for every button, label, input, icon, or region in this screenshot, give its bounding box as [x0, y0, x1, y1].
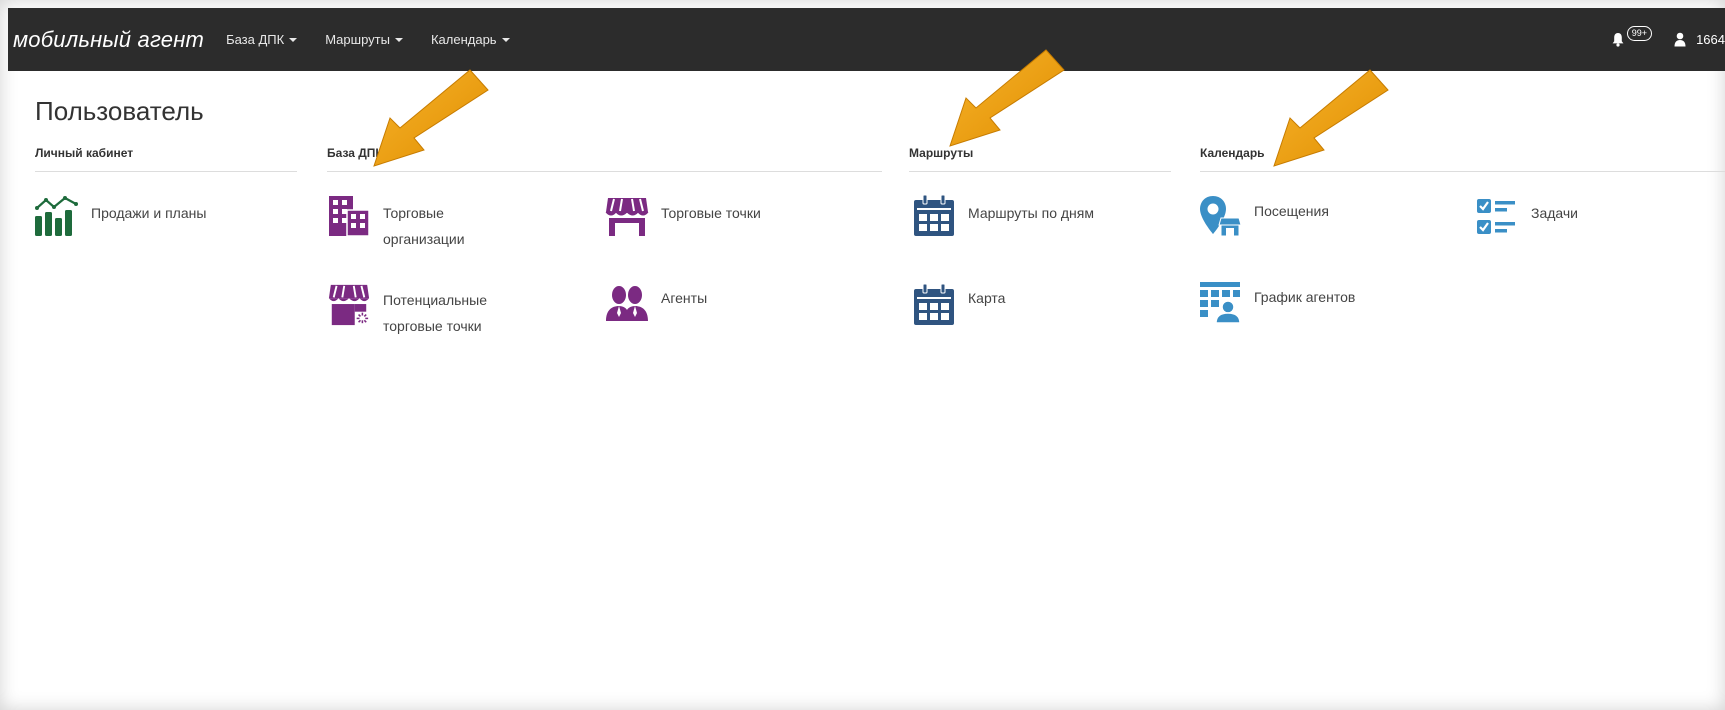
caret-down-icon	[289, 37, 298, 42]
tile-label: Продажи и планы	[91, 205, 207, 221]
potential-store-icon	[328, 284, 370, 326]
caret-down-icon	[501, 37, 510, 42]
tile-label: Торговые точки	[661, 205, 761, 221]
tile-potential-trade-points[interactable]: Потенциальные торговые точки	[327, 283, 513, 339]
notifications-badge: 99+	[1626, 26, 1653, 41]
tile-label: Посещения	[1254, 203, 1329, 219]
tile-label: График агентов	[1254, 289, 1356, 305]
tile-map[interactable]: Карта	[912, 283, 1098, 327]
building-icon	[329, 196, 370, 237]
store-icon	[605, 198, 649, 236]
tile-label: Агенты	[661, 290, 708, 306]
annotation-arrow-routes	[949, 49, 1065, 147]
tile-trade-organizations[interactable]: Торговые организации	[327, 194, 513, 252]
annotation-arrow-calendar	[1273, 69, 1389, 167]
app-window: мобильный агент База ДПК Маршруты Календ…	[0, 0, 1725, 710]
tasks-checklist-icon	[1477, 199, 1515, 234]
tile-label: Торговые организации	[383, 205, 465, 247]
tile-label: Задачи	[1531, 205, 1579, 221]
user-name: 1664	[1696, 32, 1725, 47]
nav-menu-calendar-label: Календарь	[430, 32, 497, 47]
caret-down-icon	[394, 37, 403, 42]
tile-label: Маршруты по дням	[968, 205, 1094, 221]
brand-logo[interactable]: мобильный агент	[13, 27, 204, 53]
section-cabinet: Личный кабинет	[35, 146, 297, 172]
top-navbar: мобильный агент База ДПК Маршруты Календ…	[8, 8, 1725, 71]
tile-routes-by-day[interactable]: Маршруты по дням	[912, 194, 1098, 238]
bell-icon	[1612, 33, 1624, 47]
nav-menu-dpk-label: База ДПК	[226, 32, 285, 47]
visit-pin-icon	[1200, 196, 1242, 237]
agents-icon	[606, 286, 648, 321]
user-icon	[1674, 32, 1686, 47]
section-title: Личный кабинет	[35, 146, 297, 172]
notifications-button[interactable]: 99+	[1612, 26, 1653, 47]
tile-sales-plans[interactable]: Продажи и планы	[35, 194, 221, 238]
sales-chart-icon	[35, 196, 78, 236]
nav-menu-routes-label: Маршруты	[325, 32, 390, 47]
calendar-map-icon	[914, 283, 954, 325]
nav-menu-routes[interactable]: Маршруты	[325, 32, 403, 47]
tile-label: Потенциальные торговые точки	[383, 292, 487, 334]
page-title: Пользователь	[35, 96, 204, 126]
calendar-icon	[914, 194, 954, 236]
tile-trade-points[interactable]: Торговые точки	[605, 194, 791, 238]
tile-tasks[interactable]: Задачи	[1475, 196, 1661, 240]
annotation-arrow-dpk	[373, 69, 489, 167]
nav-menu-dpk[interactable]: База ДПК	[226, 32, 298, 47]
tile-agent-schedule[interactable]: График агентов	[1198, 280, 1384, 324]
tile-label: Карта	[968, 290, 1006, 306]
navbar-right: 99+ 1664	[1612, 8, 1725, 71]
nav-menu-calendar[interactable]: Календарь	[431, 32, 510, 47]
agent-schedule-icon	[1200, 282, 1241, 324]
tile-agents[interactable]: Агенты	[605, 283, 791, 327]
tile-visits[interactable]: Посещения	[1198, 194, 1384, 238]
user-menu[interactable]: 1664	[1674, 32, 1725, 47]
